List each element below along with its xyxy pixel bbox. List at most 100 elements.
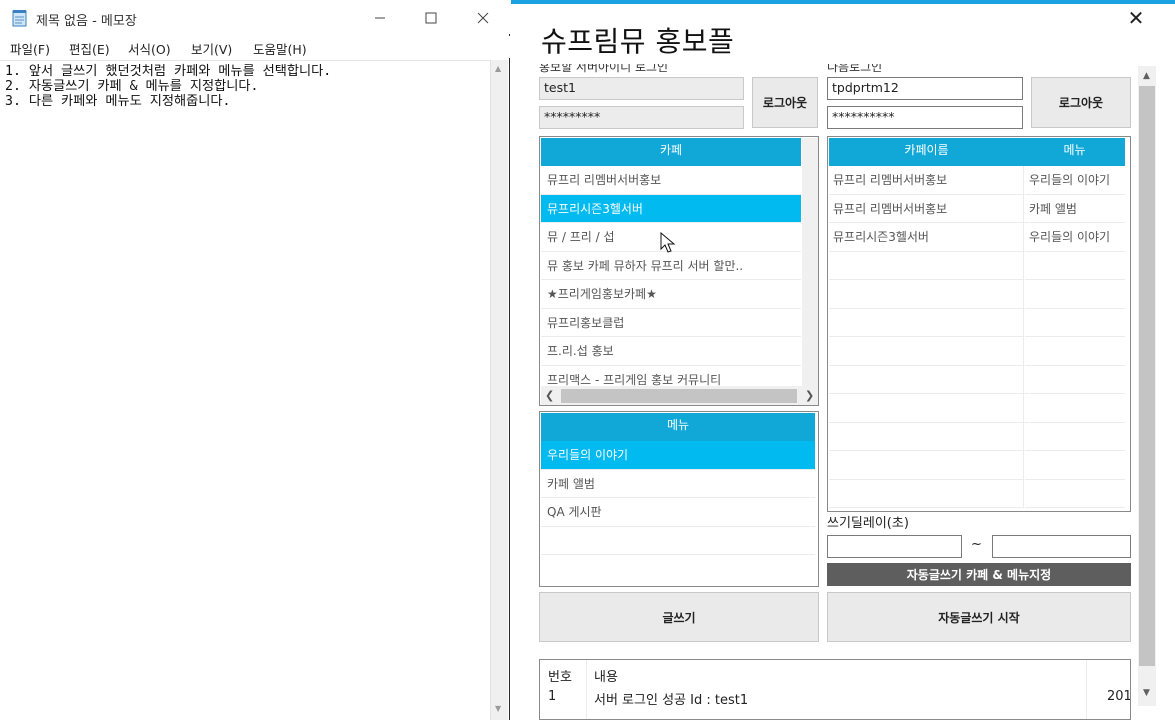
close-icon xyxy=(477,12,489,24)
window-accent-border xyxy=(511,0,1175,4)
grid-empty-cell xyxy=(1025,337,1125,366)
grid-cell-menu[interactable]: 카페 앨범 xyxy=(1025,195,1125,223)
grid-empty-cell xyxy=(829,394,1023,423)
cafe-list-item[interactable]: 프.리.섭 홍보 xyxy=(541,337,801,366)
notepad-vertical-scrollbar[interactable]: ▲ ▼ xyxy=(490,60,508,720)
scroll-down-icon[interactable]: ▼ xyxy=(1143,688,1150,698)
log-cell-date[interactable]: 2017 xyxy=(1107,689,1130,704)
delay-to-input[interactable] xyxy=(992,535,1131,558)
cafe-list-item[interactable]: ★프리게임홍보카페★ xyxy=(541,280,801,309)
scroll-up-icon[interactable]: ▲ xyxy=(495,64,501,73)
grid-empty-cell xyxy=(829,451,1023,480)
cafe-list-vertical-scrollbar[interactable] xyxy=(802,138,818,386)
grid-header-menu[interactable]: 메뉴 xyxy=(1024,138,1125,166)
log-cell-number[interactable]: 1 xyxy=(548,689,556,704)
daum-login-label: 다음로그인 xyxy=(827,64,883,73)
grid-cell-cafe[interactable]: 뮤프리시즌3헬서버 xyxy=(829,223,1023,252)
grid-empty-cell xyxy=(1025,280,1125,309)
close-icon: ✕ xyxy=(1127,6,1145,30)
menu-list-empty-row xyxy=(541,527,815,555)
promo-app-window: ✕ 슈프림뮤 홍보플 홍보할 서버아이디 로그인 test1 *********… xyxy=(511,0,1175,720)
menu-list-item[interactable]: 카페 앨범 xyxy=(541,470,815,498)
menu-format[interactable]: 서식(O) xyxy=(128,39,171,58)
notepad-text-area[interactable]: 1. 앞서 글쓰기 했던것처럼 카페와 메뉴를 선택합니다. 2. 자동글쓰기 … xyxy=(0,60,490,720)
menu-list-rows: 우리들의 이야기 카페 앨범 QA 게시판 xyxy=(541,441,815,555)
menu-edit[interactable]: 편집(E) xyxy=(69,39,110,58)
grid-empty-cell xyxy=(829,423,1023,451)
notepad-icon xyxy=(12,9,28,27)
minimize-button[interactable] xyxy=(357,4,403,32)
mouse-cursor-icon xyxy=(660,232,676,253)
scroll-right-icon[interactable]: ❯ xyxy=(805,389,814,402)
scroll-up-icon[interactable]: ▲ xyxy=(1143,71,1150,81)
grid-empty-cell xyxy=(1025,252,1125,280)
menu-file[interactable]: 파일(F) xyxy=(10,39,50,58)
cafe-list-header[interactable]: 카페 xyxy=(541,138,801,166)
cafe-list-scroll-thumb[interactable] xyxy=(561,389,797,403)
maximize-icon xyxy=(425,12,437,24)
grid-cell-cafe[interactable]: 뮤프리 리멤버서버홍보 xyxy=(829,166,1023,195)
grid-cell-menu[interactable]: 우리들의 이야기 xyxy=(1025,223,1125,252)
server-password-field[interactable]: ********* xyxy=(539,106,744,129)
grid-empty-cell xyxy=(1025,423,1125,451)
cafe-list-item[interactable]: 뮤프리 리멤버서버홍보 xyxy=(541,166,801,195)
grid-empty-cell xyxy=(1025,394,1125,423)
cafe-list: 카페 뮤프리 리멤버서버홍보 뮤프리시즌3헬서버 뮤 / 프리 / 섭 뮤 홍보… xyxy=(539,136,819,406)
minimize-icon xyxy=(375,17,385,19)
grid-empty-cell xyxy=(829,337,1023,366)
log-cell-content[interactable]: 서버 로그인 성공 Id : test1 xyxy=(594,689,748,708)
auto-write-assign-button[interactable]: 자동글쓰기 카페 & 메뉴지정 xyxy=(827,563,1131,586)
cafe-list-item[interactable]: 뮤프리홍보클럽 xyxy=(541,309,801,337)
server-id-field[interactable]: test1 xyxy=(539,77,744,100)
grid-column-cafe: 뮤프리 리멤버서버홍보 뮤프리 리멤버서버홍보 뮤프리시즌3헬서버 xyxy=(829,166,1024,508)
cafe-list-rows: 뮤프리 리멤버서버홍보 뮤프리시즌3헬서버 뮤 / 프리 / 섭 뮤 홍보 카페… xyxy=(541,166,801,394)
menu-list-item-selected[interactable]: 우리들의 이야기 xyxy=(541,441,815,470)
delay-range-tilde: ~ xyxy=(971,537,982,552)
grid-empty-cell xyxy=(1025,309,1125,337)
log-header-content[interactable]: 내용 xyxy=(594,666,618,685)
grid-empty-cell xyxy=(1025,366,1125,394)
grid-header-cafe-name[interactable]: 카페이름 xyxy=(829,138,1024,166)
grid-empty-cell xyxy=(1025,480,1125,508)
delay-from-input[interactable] xyxy=(827,535,962,558)
grid-empty-cell xyxy=(829,480,1023,508)
grid-cell-cafe[interactable]: 뮤프리 리멤버서버홍보 xyxy=(829,195,1023,223)
daum-logout-button[interactable]: 로그아웃 xyxy=(1031,77,1131,128)
log-column-divider xyxy=(586,660,587,719)
grid-column-menu: 우리들의 이야기 카페 앨범 우리들의 이야기 xyxy=(1025,166,1125,508)
menu-list-item[interactable]: QA 게시판 xyxy=(541,498,815,527)
notepad-titlebar[interactable]: 제목 없음 - 메모장 xyxy=(0,0,510,34)
auto-write-start-button[interactable]: 자동글쓰기 시작 xyxy=(827,592,1131,642)
write-button[interactable]: 글쓰기 xyxy=(539,592,819,642)
menu-view[interactable]: 보기(V) xyxy=(191,39,232,58)
daum-id-field[interactable]: tpdprtm12 xyxy=(827,77,1023,100)
text-line: 1. 앞서 글쓰기 했던것처럼 카페와 메뉴를 선택합니다. xyxy=(5,64,332,79)
maximize-button[interactable] xyxy=(408,4,454,32)
server-login-label: 홍보할 서버아이디 로그인 xyxy=(539,64,669,73)
app-close-button[interactable]: ✕ xyxy=(1121,4,1151,32)
menu-list-header[interactable]: 메뉴 xyxy=(541,413,815,441)
log-header-number[interactable]: 번호 xyxy=(548,666,572,685)
text-line: 3. 다른 카페와 메뉴도 지정해줍니다. xyxy=(5,94,231,109)
server-logout-button[interactable]: 로그아웃 xyxy=(752,77,818,128)
app-scroll-thumb[interactable] xyxy=(1139,86,1155,666)
grid-empty-cell xyxy=(829,309,1023,337)
log-column-divider xyxy=(1086,660,1087,719)
notepad-menubar: 파일(F) 편집(E) 서식(O) 보기(V) 도움말(H) xyxy=(0,36,510,58)
cafe-list-item-selected[interactable]: 뮤프리시즌3헬서버 xyxy=(541,194,801,223)
menu-list: 메뉴 우리들의 이야기 카페 앨범 QA 게시판 xyxy=(539,411,819,587)
cafe-list-horizontal-scrollbar[interactable]: ❮ ❯ xyxy=(541,386,818,405)
grid-cell-menu[interactable]: 우리들의 이야기 xyxy=(1025,166,1125,195)
grid-empty-cell xyxy=(829,366,1023,394)
scroll-down-icon[interactable]: ▼ xyxy=(495,704,501,713)
scroll-left-icon[interactable]: ❮ xyxy=(545,389,554,402)
close-button[interactable] xyxy=(460,4,506,32)
daum-password-field[interactable]: ********** xyxy=(827,106,1023,129)
grid-empty-cell xyxy=(829,280,1023,309)
grid-empty-cell xyxy=(1025,451,1125,480)
text-line: 2. 자동글쓰기 카페 & 메뉴를 지정합니다. xyxy=(5,79,259,94)
menu-help[interactable]: 도움말(H) xyxy=(253,39,307,58)
cafe-list-item[interactable]: 뮤 홍보 카페 뮤하자 뮤프리 서버 할만.. xyxy=(541,252,801,280)
log-table: 번호 내용 1 서버 로그인 성공 Id : test1 2017 xyxy=(539,659,1131,720)
app-title: 슈프림뮤 홍보플 xyxy=(541,25,735,58)
